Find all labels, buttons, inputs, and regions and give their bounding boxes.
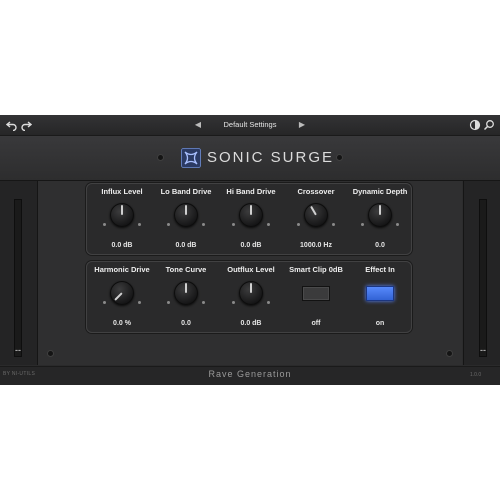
screw-icon [48, 351, 53, 356]
crossover-control: Crossover 1000.0 Hz [282, 183, 350, 255]
param-label: Outflux Level [227, 265, 275, 274]
param-value: off [311, 320, 321, 327]
param-value: 0.0 % [113, 320, 131, 327]
range-dot [167, 301, 170, 304]
range-dot [267, 301, 270, 304]
hi-band-drive-knob[interactable] [239, 203, 263, 227]
toolbar: ◀ Default Settings ▶ [0, 115, 500, 136]
range-dot [396, 223, 399, 226]
output-meter-panel: -- [463, 181, 500, 365]
range-dot [103, 301, 106, 304]
param-label: Crossover [297, 187, 335, 196]
input-meter-readout: -- [15, 345, 21, 355]
param-label: Smart Clip 0dB [289, 265, 343, 274]
range-dot [202, 301, 205, 304]
param-value: 0.0 dB [240, 242, 262, 249]
preset-next-icon[interactable]: ▶ [298, 120, 306, 130]
param-value: on [375, 320, 385, 327]
bottom-control-panel: Harmonic Drive 0.0 % Tone Curve 0.0 Outf… [86, 261, 412, 333]
range-dot [297, 223, 300, 226]
knob-pointer [114, 292, 123, 301]
output-meter-readout: -- [480, 345, 486, 355]
version-label: 1.0.0 [470, 372, 482, 378]
footer: BY NI-UTILS Rave Generation 1.0.0 [0, 366, 500, 385]
range-dot [167, 223, 170, 226]
product-title: SONIC SURGE [207, 149, 335, 166]
lo-band-drive-knob[interactable] [174, 203, 198, 227]
input-meter-panel: -- [0, 181, 38, 365]
knob-pointer [250, 205, 252, 215]
screw-icon [447, 351, 452, 356]
search-icon[interactable] [483, 119, 495, 131]
outflux-level-control: Outflux Level 0.0 dB [217, 261, 285, 333]
range-dot [202, 223, 205, 226]
knob-pointer [250, 283, 252, 293]
tone-curve-knob[interactable] [174, 281, 198, 305]
crossover-knob[interactable] [304, 203, 328, 227]
controls-area: Influx Level 0.0 dB Lo Band Drive 0.0 dB… [38, 181, 462, 365]
smart-clip-control: Smart Clip 0dB off [282, 261, 350, 333]
influx-level-knob[interactable] [110, 203, 134, 227]
range-dot [232, 301, 235, 304]
harmonic-drive-knob[interactable] [110, 281, 134, 305]
knob-pointer [185, 283, 187, 293]
range-dot [138, 223, 141, 226]
range-dot [138, 301, 141, 304]
param-label: Lo Band Drive [160, 187, 212, 196]
range-dot [103, 223, 106, 226]
param-value: 1000.0 Hz [300, 242, 332, 249]
knob-pointer [379, 205, 381, 215]
param-label: Influx Level [101, 187, 143, 196]
top-control-panel: Influx Level 0.0 dB Lo Band Drive 0.0 dB… [86, 183, 412, 255]
preset-name[interactable]: Default Settings [205, 118, 295, 132]
range-dot [232, 223, 235, 226]
knob-pointer [185, 205, 187, 215]
tone-curve-control: Tone Curve 0.0 [152, 261, 220, 333]
range-dot [332, 223, 335, 226]
influx-level-control: Influx Level 0.0 dB [88, 183, 156, 255]
redo-icon[interactable] [20, 119, 33, 132]
effect-in-control: Effect In on [346, 261, 414, 333]
dynamic-depth-control: Dynamic Depth 0.0 [346, 183, 414, 255]
dynamic-depth-knob[interactable] [368, 203, 392, 227]
param-value: 0.0 dB [240, 320, 262, 327]
preset-prev-icon[interactable]: ◀ [194, 120, 202, 130]
param-value: 0.0 [375, 242, 385, 249]
vendor-credit: BY NI-UTILS [3, 371, 36, 377]
param-label: Effect In [365, 265, 395, 274]
screw-icon [337, 155, 342, 160]
smart-clip-toggle[interactable] [302, 286, 330, 301]
output-level-meter [479, 199, 487, 357]
brand-name: Rave Generation [208, 369, 292, 379]
param-value: 0.0 dB [175, 242, 197, 249]
range-dot [361, 223, 364, 226]
param-label: Tone Curve [165, 265, 207, 274]
screw-icon [158, 155, 163, 160]
param-value: 0.0 dB [111, 242, 133, 249]
range-dot [267, 223, 270, 226]
param-label: Dynamic Depth [352, 187, 408, 196]
effect-in-toggle[interactable] [366, 286, 394, 301]
param-label: Harmonic Drive [94, 265, 150, 274]
logo-icon [181, 148, 201, 168]
lo-band-drive-control: Lo Band Drive 0.0 dB [152, 183, 220, 255]
outflux-level-knob[interactable] [239, 281, 263, 305]
harmonic-drive-control: Harmonic Drive 0.0 % [88, 261, 156, 333]
knob-pointer [310, 205, 317, 216]
compare-icon[interactable] [469, 119, 481, 131]
param-value: 0.0 [181, 320, 191, 327]
knob-pointer [121, 205, 123, 215]
input-level-meter [14, 199, 22, 357]
main-area: -- Influx Level 0.0 dB Lo Band Drive 0.0… [0, 181, 500, 365]
plugin-window: ◀ Default Settings ▶ SONIC SURGE -- Infl… [0, 115, 500, 385]
header: SONIC SURGE [0, 136, 500, 181]
param-label: Hi Band Drive [226, 187, 276, 196]
undo-icon[interactable] [5, 119, 18, 132]
hi-band-drive-control: Hi Band Drive 0.0 dB [217, 183, 285, 255]
